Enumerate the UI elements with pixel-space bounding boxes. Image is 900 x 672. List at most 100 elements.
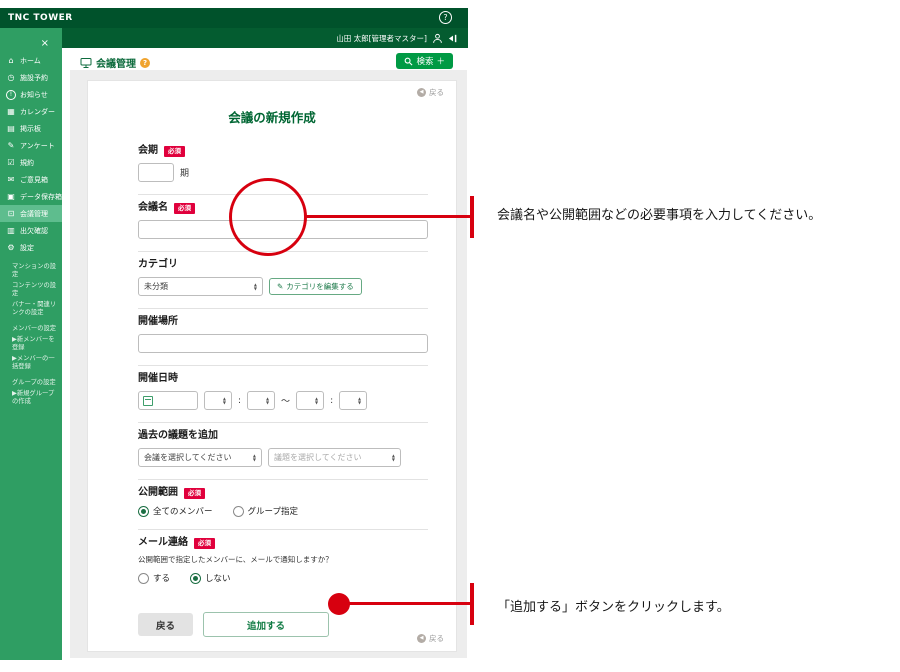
sidebar-item-bulletin-board[interactable]: ▤ 掲示板	[0, 120, 62, 137]
sidebar-item-label: ホーム	[20, 56, 41, 65]
sidebar-subitem-banner-links-settings[interactable]: バナー・関連リンクの設定	[0, 299, 62, 318]
sidebar-subitem-create-group[interactable]: ▶新規グループの作成	[0, 388, 62, 407]
radio-group-designation[interactable]	[232, 505, 244, 517]
mail-option-yes[interactable]: する	[138, 572, 170, 584]
annotation-dot	[328, 593, 350, 615]
user-name: 山田 太郎[管理者マスター]	[336, 33, 427, 43]
spinner-icon: ▲ ▼	[265, 395, 270, 405]
past-meeting-select[interactable]: 会議を選択してください ▲ ▼	[138, 448, 262, 467]
sidebar-subitem-mansion-settings[interactable]: マンションの設定	[0, 261, 62, 280]
sidebar-item-data-storage[interactable]: ▣ データ保存箱	[0, 188, 62, 205]
datetime-label: 開催日時	[138, 373, 178, 384]
annotation-bar	[470, 196, 474, 238]
sidebar-item-facility-reservation[interactable]: ◷ 施設予約	[0, 69, 62, 86]
sidebar-item-meeting-management[interactable]: ⊡ 会議管理	[0, 205, 62, 222]
module-title: 会議管理	[96, 59, 136, 70]
category-select[interactable]: 未分類 ▲ ▼	[138, 277, 263, 296]
start-hour-select[interactable]: ▲ ▼	[204, 391, 232, 410]
back-link-bottom[interactable]: ◀ 戻る	[417, 633, 444, 644]
sidebar: × ⌂ ホーム ◷ 施設予約 ! お知らせ ▦ カレンダー ▤ 掲示板 ✎ アンケート ☑ 規…	[0, 28, 62, 660]
tilde-separator: 〜	[281, 397, 291, 407]
radio-mail-no[interactable]	[190, 572, 202, 584]
scope-option-all[interactable]: 全てのメンバー	[138, 505, 213, 517]
past-agenda-placeholder: 議題を選択してください	[274, 453, 362, 462]
mail-option-no[interactable]: しない	[190, 572, 231, 584]
back-arrow-icon: ◀	[417, 634, 426, 643]
sidebar-item-label: ご意見箱	[20, 175, 48, 184]
sidebar-subitem-member-settings[interactable]: メンバーの設定	[0, 323, 62, 334]
sidebar-subitem-bulk-register-members[interactable]: ▶メンバーの一括登録	[0, 353, 62, 372]
venue-label: 開催場所	[138, 316, 178, 327]
sidebar-item-calendar[interactable]: ▦ カレンダー	[0, 103, 62, 120]
sidebar-subitem-content-settings[interactable]: コンテンツの設定	[0, 280, 62, 299]
radio-all-members[interactable]	[138, 505, 149, 517]
mail-option-no-label: しない	[205, 574, 231, 584]
sidebar-item-label: 出欠確認	[20, 226, 48, 235]
scope-option-group-label: グループ指定	[247, 507, 299, 517]
past-agenda-label: 過去の議題を追加	[138, 430, 218, 441]
start-minute-select[interactable]: ▲ ▼	[247, 391, 276, 410]
sidebar-item-settings[interactable]: ⚙ 設定	[0, 239, 62, 256]
sidebar-item-label: 掲示板	[20, 124, 41, 133]
user-icon[interactable]	[432, 33, 443, 44]
sidebar-item-notices[interactable]: ! お知らせ	[0, 86, 62, 103]
meeting-icon: ⊡	[7, 208, 15, 218]
required-badge: 必須	[174, 202, 195, 214]
spinner-icon: ▲ ▼	[358, 395, 362, 405]
annotation-text-2: 「追加する」ボタンをクリックします。	[497, 600, 730, 615]
sidebar-item-survey[interactable]: ✎ アンケート	[0, 137, 62, 154]
module-header: 会議管理 ?	[80, 55, 150, 70]
end-hour-select[interactable]: ▲ ▼	[296, 391, 325, 410]
category-label: カテゴリ	[138, 259, 178, 270]
search-icon	[405, 57, 413, 65]
sidebar-item-label: 規約	[20, 158, 34, 167]
submit-add-button[interactable]: 追加する	[203, 612, 329, 637]
annotation-circle	[229, 178, 307, 256]
mail-description: 公開範囲で指定したメンバーに、メールで通知しますか？	[138, 555, 333, 564]
back-button[interactable]: 戻る	[138, 613, 193, 636]
sidebar-item-terms[interactable]: ☑ 規約	[0, 154, 62, 171]
field-datetime: 開催日時 ▲ ▼ : ▲ ▼ 〜 ▲ ▼: ▲ ▼	[138, 366, 428, 423]
content-card: ◀ 戻る 会議の新規作成 会期 必須 期 会議名 必須 カテゴリ 未分類 ▲ ▼…	[87, 80, 457, 652]
sidebar-subitem-group-settings[interactable]: グループの設定	[0, 377, 62, 388]
mail-label: メール連絡	[138, 537, 188, 548]
sidebar-subitem-register-member[interactable]: ▶新メンバーを登録	[0, 334, 62, 353]
edit-category-label: カテゴリを編集する	[286, 282, 354, 291]
kaiki-label: 会期	[138, 145, 158, 156]
end-minute-select[interactable]: ▲ ▼	[339, 391, 368, 410]
sidebar-close-icon[interactable]: ×	[41, 39, 49, 49]
required-badge: 必須	[184, 487, 205, 499]
module-help-icon[interactable]: ?	[140, 57, 150, 68]
kaiki-input[interactable]	[138, 163, 174, 182]
search-button[interactable]: 検索 ＋	[396, 53, 453, 69]
annotation-line	[306, 215, 471, 218]
spinner-icon: ▲ ▼	[252, 452, 256, 462]
sidebar-nav: ⌂ ホーム ◷ 施設予約 ! お知らせ ▦ カレンダー ▤ 掲示板 ✎ アンケート ☑ 規約 …	[0, 28, 62, 256]
back-link-top[interactable]: ◀ 戻る	[417, 87, 444, 98]
help-icon[interactable]: ?	[439, 11, 452, 24]
date-input[interactable]	[138, 391, 198, 410]
sidebar-item-suggestion-box[interactable]: ✉ ご意見箱	[0, 171, 62, 188]
venue-input[interactable]	[138, 334, 428, 353]
colon-separator: :	[238, 395, 242, 406]
scope-option-all-label: 全てのメンバー	[153, 507, 213, 517]
past-agenda-select[interactable]: 議題を選択してください ▲ ▼	[268, 448, 401, 467]
content-background: ◀ 戻る 会議の新規作成 会期 必須 期 会議名 必須 カテゴリ 未分類 ▲ ▼…	[70, 70, 467, 658]
back-arrow-icon: ◀	[417, 88, 426, 97]
edit-category-button[interactable]: ✎ カテゴリを編集する	[269, 278, 362, 295]
notice-icon: !	[6, 89, 16, 100]
sidebar-item-attendance[interactable]: ▥ 出欠確認	[0, 222, 62, 239]
kaiki-suffix: 期	[180, 169, 190, 179]
annotation-text-1: 会議名や公開範囲などの必要事項を入力してください。	[497, 208, 822, 223]
pencil-icon: ✎	[277, 282, 284, 291]
scope-option-group[interactable]: グループ指定	[232, 505, 299, 517]
page-title: 会議の新規作成	[228, 110, 316, 125]
storage-icon: ▣	[7, 191, 15, 201]
field-venue: 開催場所	[138, 309, 428, 366]
sidebar-item-label: 会議管理	[20, 209, 48, 218]
radio-mail-yes[interactable]	[138, 572, 149, 584]
sidebar-item-home[interactable]: ⌂ ホーム	[0, 52, 62, 69]
logout-icon[interactable]	[448, 33, 459, 44]
search-button-label: 検索	[416, 57, 434, 67]
field-past-agenda: 過去の議題を追加 会議を選択してください ▲ ▼ 議題を選択してください ▲ ▼	[138, 423, 428, 480]
